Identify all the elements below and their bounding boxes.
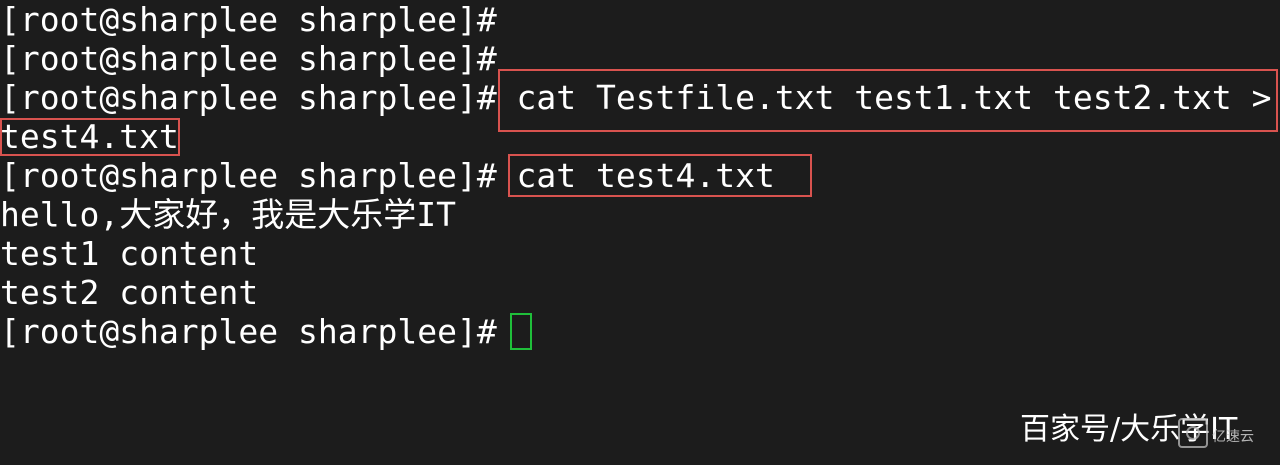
watermark-logo-icon: [1178, 418, 1208, 448]
terminal-line: hello,大家好，我是大乐学IT: [0, 195, 456, 234]
terminal-line: [root@sharplee sharplee]#: [0, 39, 497, 78]
watermark-small-text: 亿速云: [1212, 429, 1254, 445]
terminal-window[interactable]: [root@sharplee sharplee]# [root@sharplee…: [0, 0, 1280, 465]
terminal-line: [root@sharplee sharplee]#: [0, 312, 517, 351]
terminal-line: test1 content: [0, 234, 259, 273]
terminal-line: test2 content: [0, 273, 259, 312]
cat-command-highlight-box: [508, 154, 812, 197]
terminal-cursor: [510, 313, 532, 350]
command-highlight-box: [498, 69, 1278, 132]
terminal-line: [root@sharplee sharplee]#: [0, 0, 497, 39]
output-file-highlight-box: [0, 118, 180, 156]
